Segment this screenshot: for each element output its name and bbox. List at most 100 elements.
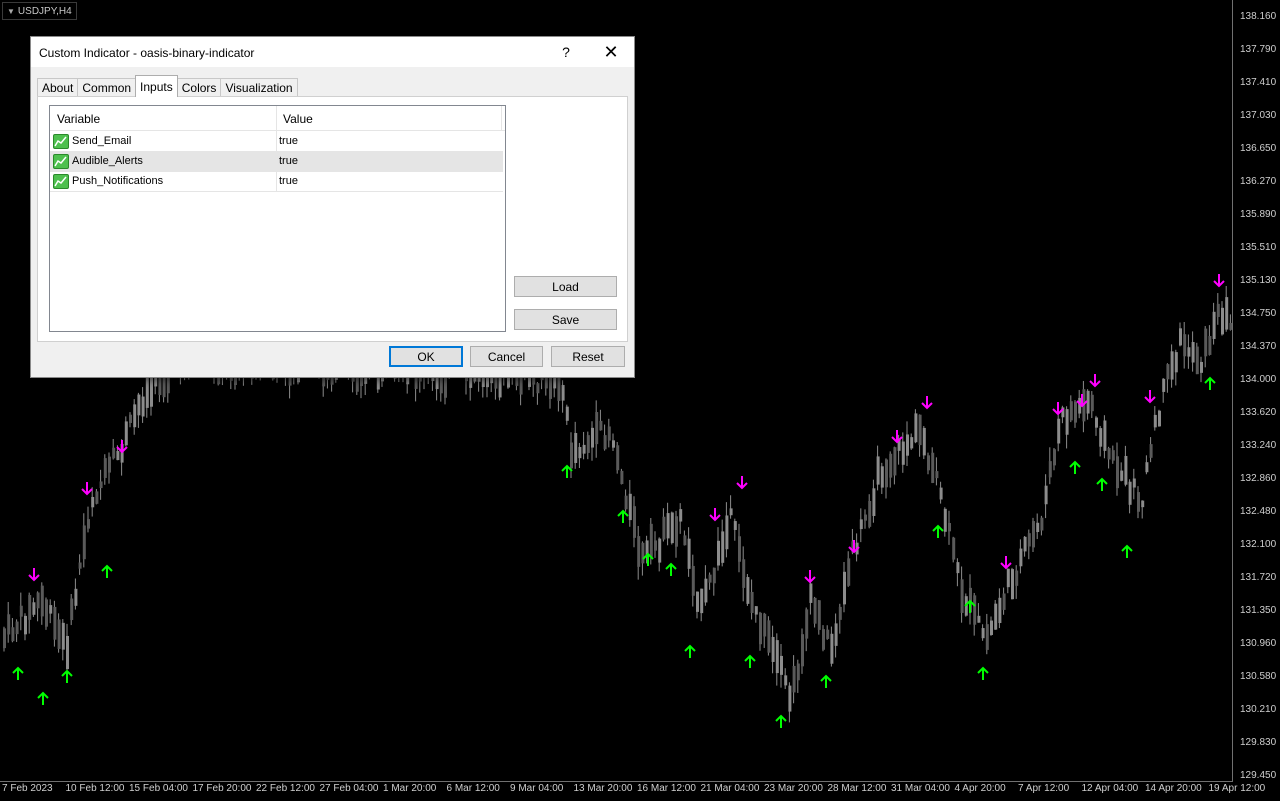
candle-body bbox=[70, 598, 74, 621]
sell-arrow-icon bbox=[1213, 274, 1225, 288]
candle-body bbox=[931, 452, 935, 483]
time-axis-label: 17 Feb 20:00 bbox=[192, 783, 252, 794]
candle-body bbox=[792, 665, 796, 693]
candle-body bbox=[813, 597, 817, 624]
candle-body bbox=[990, 620, 993, 635]
price-axis-label: 134.370 bbox=[1240, 341, 1277, 352]
candle-body bbox=[36, 592, 40, 609]
candle-body bbox=[977, 615, 981, 623]
candle-body bbox=[1032, 521, 1035, 548]
candle-body bbox=[717, 540, 720, 566]
column-header-variable[interactable]: Variable bbox=[57, 112, 100, 126]
chart-symbol-tab[interactable]: ▼ USDJPY,H4 bbox=[2, 2, 77, 20]
candle-body bbox=[1006, 568, 1010, 588]
buy-arrow-icon bbox=[1096, 477, 1108, 491]
candle-body bbox=[838, 606, 842, 620]
candle-body bbox=[1166, 364, 1170, 380]
candle-body bbox=[801, 634, 804, 667]
dialog-titlebar[interactable]: Custom Indicator - oasis-binary-indicato… bbox=[31, 37, 634, 67]
candle-body bbox=[775, 640, 779, 674]
candle-body bbox=[7, 614, 11, 635]
help-button[interactable]: ? bbox=[551, 37, 581, 67]
candle-body bbox=[733, 521, 737, 530]
time-axis-label: 6 Mar 12:00 bbox=[446, 783, 500, 794]
candle-body bbox=[1141, 500, 1145, 508]
reset-button[interactable]: Reset bbox=[551, 346, 625, 367]
candle-body bbox=[1040, 517, 1044, 531]
candle-body bbox=[1208, 336, 1212, 355]
inputs-grid[interactable]: Variable Value Send_Email true Audible_A… bbox=[49, 105, 506, 332]
candle-body bbox=[1120, 470, 1124, 481]
candle-body bbox=[1074, 401, 1077, 423]
candle-body bbox=[574, 433, 578, 463]
buy-arrow-icon bbox=[820, 674, 832, 688]
close-button[interactable]: ✕ bbox=[591, 37, 631, 67]
candle-body bbox=[74, 588, 78, 606]
candle-body bbox=[1023, 536, 1027, 552]
price-axis-label: 134.000 bbox=[1240, 374, 1277, 385]
candle-body bbox=[586, 435, 590, 453]
variable-value[interactable]: true bbox=[279, 135, 298, 147]
candle-body bbox=[1137, 492, 1140, 512]
candle-body bbox=[1107, 448, 1111, 460]
candle-body bbox=[133, 404, 137, 428]
price-axis-label: 131.350 bbox=[1240, 605, 1277, 616]
tab-about[interactable]: About bbox=[37, 78, 79, 97]
candle-body bbox=[91, 496, 95, 508]
candle-body bbox=[754, 606, 758, 615]
tab-common[interactable]: Common bbox=[77, 78, 137, 97]
price-axis-label: 136.650 bbox=[1240, 143, 1277, 154]
save-button[interactable]: Save bbox=[514, 309, 617, 330]
candle-body bbox=[1044, 485, 1048, 505]
candle-body bbox=[956, 562, 960, 574]
candle-body bbox=[82, 525, 86, 560]
candle-body bbox=[876, 456, 880, 485]
candle-body bbox=[150, 375, 153, 407]
candle-body bbox=[32, 602, 36, 615]
candle-body bbox=[565, 406, 569, 421]
grid-row-send-email[interactable]: Send_Email true bbox=[50, 131, 503, 152]
sell-arrow-icon bbox=[736, 476, 748, 490]
buy-arrow-icon bbox=[684, 644, 696, 658]
candle-body bbox=[49, 605, 53, 614]
candle-body bbox=[607, 426, 611, 441]
time-axis-label: 12 Apr 04:00 bbox=[1081, 783, 1139, 794]
variable-value[interactable]: true bbox=[279, 155, 298, 167]
variable-name: Audible_Alerts bbox=[72, 155, 143, 167]
ok-button[interactable]: OK bbox=[389, 346, 463, 367]
dropdown-arrow-icon: ▼ bbox=[7, 6, 15, 16]
candle-body bbox=[570, 442, 573, 469]
candle-body bbox=[1036, 522, 1040, 533]
candle-body bbox=[809, 583, 813, 603]
candle-body bbox=[1015, 570, 1019, 586]
grid-row-push-notifications[interactable]: Push_Notifications true bbox=[50, 171, 503, 192]
candle-body bbox=[696, 591, 699, 612]
candle-body bbox=[1221, 307, 1224, 335]
candle-body bbox=[906, 434, 909, 456]
buy-arrow-icon bbox=[1204, 376, 1216, 390]
candle-body bbox=[1200, 361, 1203, 373]
candle-body bbox=[750, 591, 754, 613]
buy-arrow-icon bbox=[1069, 460, 1081, 474]
candle-body bbox=[704, 578, 708, 603]
candle-body bbox=[822, 629, 825, 650]
custom-indicator-dialog: Custom Indicator - oasis-binary-indicato… bbox=[30, 36, 635, 378]
column-header-value[interactable]: Value bbox=[283, 112, 313, 126]
price-axis-label: 130.210 bbox=[1240, 704, 1277, 715]
candle-body bbox=[603, 435, 607, 450]
time-axis-label: 31 Mar 04:00 bbox=[891, 783, 950, 794]
candle-body bbox=[1170, 351, 1174, 380]
buy-arrow-icon bbox=[775, 714, 787, 728]
load-button[interactable]: Load bbox=[514, 276, 617, 297]
cancel-button[interactable]: Cancel bbox=[470, 346, 543, 367]
time-axis-label: 15 Feb 04:00 bbox=[129, 783, 188, 794]
price-axis-label: 131.720 bbox=[1240, 572, 1277, 583]
variable-value[interactable]: true bbox=[279, 175, 298, 187]
grid-row-audible-alerts[interactable]: Audible_Alerts true bbox=[50, 151, 503, 172]
candle-body bbox=[952, 537, 956, 560]
tab-inputs[interactable]: Inputs bbox=[135, 75, 178, 97]
candle-body bbox=[633, 506, 636, 538]
candle-body bbox=[624, 495, 628, 510]
tab-visualization[interactable]: Visualization bbox=[220, 78, 298, 97]
tab-colors[interactable]: Colors bbox=[176, 78, 222, 97]
